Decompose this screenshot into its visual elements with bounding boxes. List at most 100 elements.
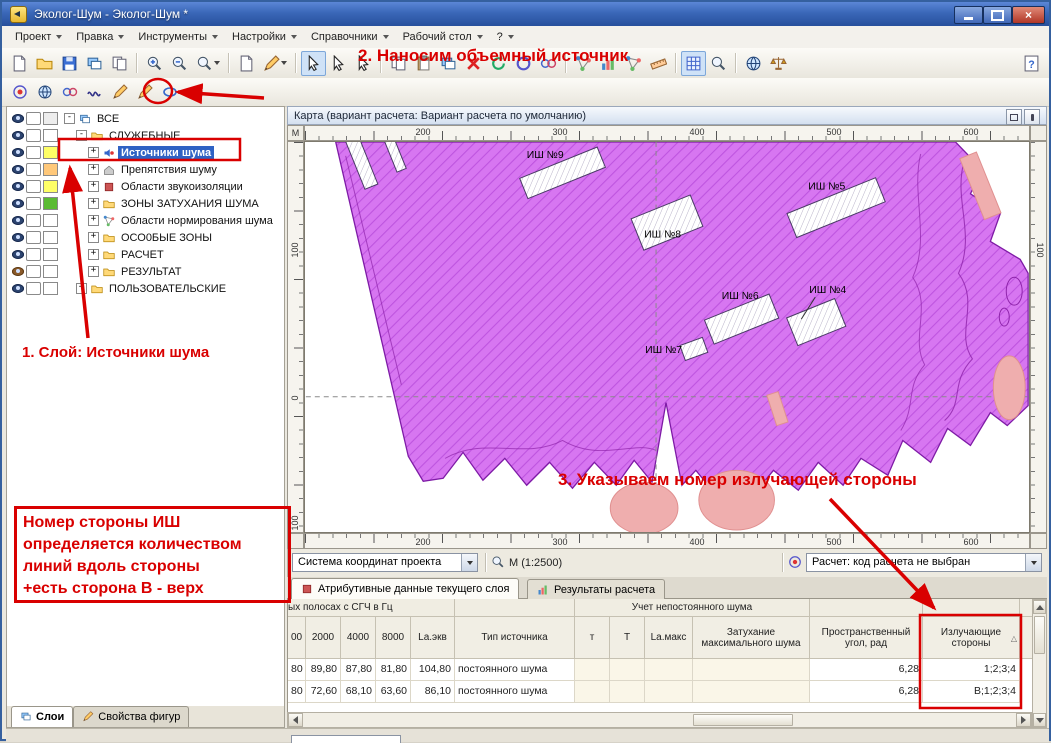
- layer-color-swatch[interactable]: [43, 163, 58, 176]
- visibility-eye-icon[interactable]: [12, 114, 24, 123]
- zoom-out-button[interactable]: [167, 51, 192, 76]
- column-header[interactable]: 4000: [341, 617, 376, 659]
- draw-area-button[interactable]: [132, 80, 157, 105]
- tree-row-sound-insulation[interactable]: + Области звукоизоляции: [7, 178, 284, 195]
- scroll-down-button[interactable]: [1033, 713, 1046, 727]
- map-settings-button[interactable]: [741, 51, 766, 76]
- layer-lock-icon[interactable]: [26, 180, 41, 193]
- source-label[interactable]: ИШ №9: [527, 150, 564, 161]
- tree-expander[interactable]: +: [88, 164, 99, 175]
- save-project-button[interactable]: [57, 51, 82, 76]
- layer-lock-icon[interactable]: [26, 197, 41, 210]
- menu-help[interactable]: ?: [490, 28, 521, 46]
- table-cell[interactable]: 6,28: [810, 681, 923, 703]
- menu-edit[interactable]: Правка: [69, 28, 131, 46]
- table-cell-radiating-sides[interactable]: 1;2;3;4: [923, 659, 1020, 681]
- zoom-mode-button[interactable]: [192, 51, 224, 76]
- chevron-down-icon[interactable]: [1025, 554, 1041, 571]
- layer-color-swatch[interactable]: [43, 112, 58, 125]
- menu-settings[interactable]: Настройки: [225, 28, 304, 46]
- scrollbar-thumb[interactable]: [693, 714, 793, 726]
- visibility-eye-icon[interactable]: [12, 199, 24, 208]
- tree-row-normalization-areas[interactable]: + Области нормирования шума: [7, 212, 284, 229]
- tree-row-noise-sources[interactable]: + Источники шума: [7, 144, 284, 161]
- attribute-table[interactable]: ых полосах с СГЧ в Гц Учет непостоянного…: [287, 599, 1032, 712]
- grid-snap-button[interactable]: [681, 51, 706, 76]
- tree-expander[interactable]: -: [64, 113, 75, 124]
- table-cell[interactable]: постоянного шума: [455, 681, 575, 703]
- tree-expander[interactable]: +: [88, 181, 99, 192]
- table-cell[interactable]: 80: [288, 681, 306, 703]
- layer-lock-icon[interactable]: [26, 231, 41, 244]
- table-vertical-scrollbar[interactable]: [1032, 599, 1047, 728]
- maximize-button[interactable]: [983, 6, 1012, 24]
- source-label[interactable]: ИШ №5: [808, 182, 845, 193]
- source-label[interactable]: ИШ №6: [722, 291, 759, 302]
- layer-color-swatch[interactable]: [43, 248, 58, 261]
- table-horizontal-scrollbar[interactable]: [287, 712, 1032, 728]
- column-header[interactable]: Lа.макс: [645, 617, 693, 659]
- table-cell[interactable]: 86,10: [411, 681, 455, 703]
- visibility-eye-icon[interactable]: [12, 216, 24, 225]
- select-tool-button[interactable]: [301, 51, 326, 76]
- layer-lock-icon[interactable]: [26, 248, 41, 261]
- zoom-window-button[interactable]: [706, 51, 731, 76]
- measure-button[interactable]: [646, 51, 671, 76]
- layer-color-swatch[interactable]: [43, 231, 58, 244]
- tab-results[interactable]: Результаты расчета: [527, 579, 665, 599]
- layer-color-swatch[interactable]: [43, 146, 58, 159]
- source-label[interactable]: ИШ №4: [809, 285, 846, 296]
- column-header[interactable]: Lа.экв: [411, 617, 455, 659]
- export-button[interactable]: [107, 51, 132, 76]
- layer-color-swatch[interactable]: [43, 129, 58, 142]
- tree-label[interactable]: ВСЕ: [94, 112, 122, 126]
- layer-lock-icon[interactable]: [26, 163, 41, 176]
- new-project-button[interactable]: [7, 51, 32, 76]
- tree-label[interactable]: ПОЛЬЗОВАТЕЛЬСКИЕ: [106, 282, 229, 296]
- tree-row-special-zones[interactable]: + ОСО0БЫЕ ЗОНЫ: [7, 229, 284, 246]
- menu-desktop[interactable]: Рабочий стол: [396, 28, 490, 46]
- linear-source-button[interactable]: [82, 80, 107, 105]
- scales-button[interactable]: [766, 51, 791, 76]
- project-structure-button[interactable]: [82, 51, 107, 76]
- tree-label-selected[interactable]: Источники шума: [118, 146, 214, 160]
- layer-lock-icon[interactable]: [26, 146, 41, 159]
- table-cell[interactable]: постоянного шума: [455, 659, 575, 681]
- mobile-source-button[interactable]: [32, 80, 57, 105]
- tree-label[interactable]: ОСО0БЫЕ ЗОНЫ: [118, 231, 215, 245]
- tree-row-attenuation-zones[interactable]: + ЗОНЫ ЗАТУХАНИЯ ШУМА: [7, 195, 284, 212]
- menu-project[interactable]: Проект: [8, 28, 69, 46]
- tree-label[interactable]: ЗОНЫ ЗАТУХАНИЯ ШУМА: [118, 197, 262, 211]
- layer-color-swatch[interactable]: [43, 265, 58, 278]
- table-cell[interactable]: 6,28: [810, 659, 923, 681]
- scroll-left-button[interactable]: [288, 713, 303, 727]
- tree-expander[interactable]: +: [88, 215, 99, 226]
- layer-color-swatch[interactable]: [43, 282, 58, 295]
- visibility-eye-icon[interactable]: [12, 267, 24, 276]
- layer-color-swatch[interactable]: [43, 214, 58, 227]
- table-cell[interactable]: [610, 659, 645, 681]
- layer-lock-icon[interactable]: [26, 129, 41, 142]
- tree-row-all[interactable]: - ВСЕ: [7, 110, 284, 127]
- table-cell[interactable]: [575, 659, 610, 681]
- table-cell[interactable]: 89,80: [306, 659, 341, 681]
- menu-tools[interactable]: Инструменты: [131, 28, 225, 46]
- visibility-eye-icon[interactable]: [12, 131, 24, 140]
- column-header[interactable]: Тип источника: [455, 617, 575, 659]
- float-panel-button[interactable]: [1006, 109, 1022, 125]
- tab-figure-properties[interactable]: Свойства фигур: [73, 706, 189, 727]
- edit-figure-button[interactable]: [259, 51, 291, 76]
- layer-lock-icon[interactable]: [26, 282, 41, 295]
- zoom-in-button[interactable]: [142, 51, 167, 76]
- column-header[interactable]: Затухание максимального шума: [693, 617, 810, 659]
- scrollbar-thumb[interactable]: [1034, 616, 1045, 654]
- tree-row-user[interactable]: + ПОЛЬЗОВАТЕЛЬСКИЕ: [7, 280, 284, 297]
- layer-lock-icon[interactable]: [26, 265, 41, 278]
- column-header[interactable]: Пространственный угол, рад: [810, 617, 923, 659]
- scroll-up-button[interactable]: [1033, 600, 1046, 614]
- tree-row-service[interactable]: - СЛУЖЕБНЫЕ: [7, 127, 284, 144]
- close-button[interactable]: ×: [1012, 6, 1045, 24]
- column-header[interactable]: 8000: [376, 617, 411, 659]
- column-header[interactable]: 00: [288, 617, 306, 659]
- layer-color-swatch[interactable]: [43, 180, 58, 193]
